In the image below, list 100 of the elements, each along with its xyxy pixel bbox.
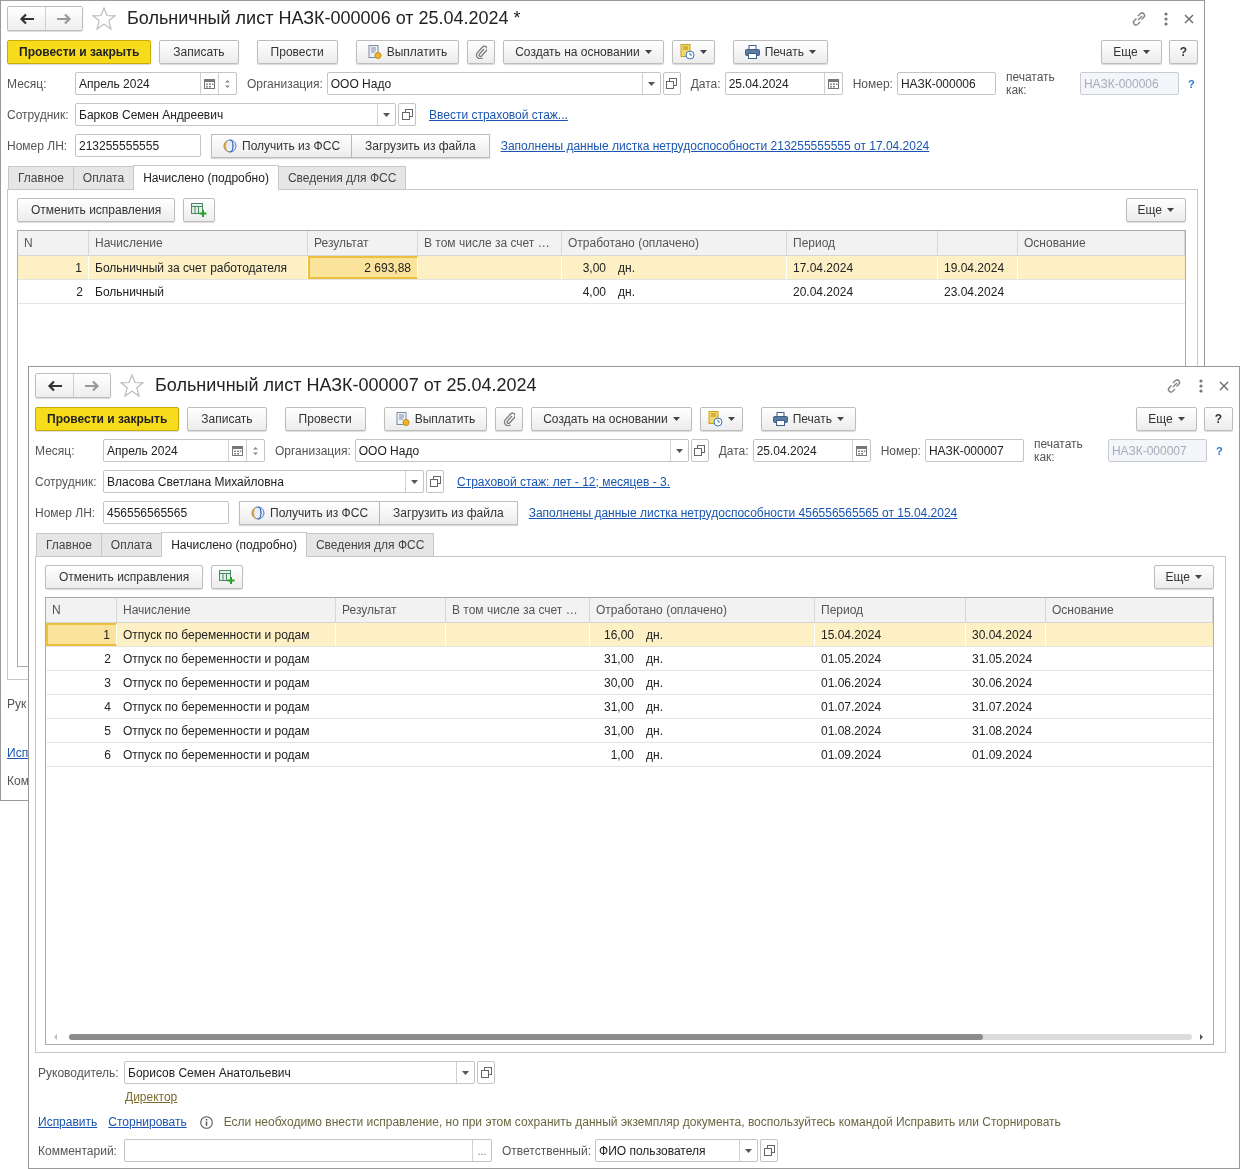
more-icon[interactable] bbox=[1199, 378, 1203, 393]
month-field[interactable]: Апрель 2024 bbox=[75, 72, 237, 95]
dropdown-icon[interactable] bbox=[383, 112, 390, 117]
menu-button[interactable]: Еще bbox=[1153, 565, 1214, 589]
dropdown-icon[interactable] bbox=[745, 1148, 753, 1153]
horizontal-scrollbar[interactable] bbox=[52, 1032, 1205, 1042]
action-link[interactable]: Исправить bbox=[38, 1115, 98, 1129]
open-button[interactable] bbox=[398, 103, 416, 126]
sick-note-number-field[interactable]: 456556565565 bbox=[103, 501, 229, 524]
add-column-button[interactable] bbox=[211, 565, 244, 589]
open-button[interactable] bbox=[760, 1139, 779, 1162]
toolbar-button[interactable]: Записать bbox=[159, 39, 239, 64]
close-icon[interactable] bbox=[1184, 13, 1194, 24]
calendar-icon[interactable] bbox=[232, 445, 243, 456]
organization-field[interactable]: ООО Надо bbox=[326, 72, 661, 95]
toolbar-button[interactable]: Провести bbox=[284, 406, 366, 431]
calendar-icon[interactable] bbox=[855, 445, 867, 456]
sick-note-number-field[interactable]: 213255555555 bbox=[75, 134, 201, 157]
tab[interactable]: Сведения для ФСС bbox=[305, 533, 435, 556]
toolbar-button[interactable]: Загрузить из файла bbox=[380, 500, 518, 525]
documents-menu-button[interactable] bbox=[699, 406, 743, 431]
table-row[interactable]: 5 Отпуск по беременности и родам 31,00 дн. 01.08.2024 31.08.2024 bbox=[46, 719, 1213, 743]
close-icon[interactable] bbox=[1219, 380, 1229, 391]
help-link[interactable]: ? bbox=[1187, 77, 1195, 90]
menu-button[interactable]: Еще bbox=[1125, 198, 1186, 222]
star-icon[interactable] bbox=[120, 374, 144, 397]
tab[interactable]: Главное bbox=[36, 533, 102, 556]
attach-button[interactable] bbox=[467, 39, 496, 64]
dropdown-icon[interactable] bbox=[647, 81, 655, 86]
tab[interactable]: Оплата bbox=[72, 166, 135, 189]
post-and-close-button[interactable]: Провести и закрыть bbox=[35, 406, 180, 431]
back-button[interactable] bbox=[8, 7, 45, 30]
open-button[interactable] bbox=[690, 439, 709, 462]
pay-button[interactable]: Выплатить bbox=[383, 406, 488, 431]
print-button[interactable]: Печать bbox=[760, 406, 856, 431]
menu-button[interactable]: Создать на основании bbox=[503, 39, 664, 64]
table-row[interactable]: 1 Отпуск по беременности и родам 16,00 дн. 15.04.2024 30.04.2024 bbox=[46, 623, 1213, 647]
number-field[interactable]: НАЗК-000007 bbox=[924, 439, 1024, 462]
action-link[interactable]: Сторнировать bbox=[108, 1115, 187, 1129]
dropdown-icon[interactable] bbox=[411, 479, 418, 484]
sick-note-data-link[interactable]: Заполнены данные листка нетрудоспособности 456556565565 от 15.04.2024 bbox=[528, 505, 958, 520]
help-button[interactable]: ? bbox=[1203, 406, 1233, 431]
menu-button[interactable]: Еще bbox=[1136, 406, 1197, 431]
fss-button[interactable]: Получить из ФСС bbox=[239, 500, 381, 525]
post-and-close-button[interactable]: Провести и закрыть bbox=[7, 39, 152, 64]
attach-button[interactable] bbox=[495, 406, 524, 431]
tab[interactable]: Начислено (подробно) bbox=[161, 532, 307, 557]
date-field[interactable]: 25.04.2024 bbox=[724, 72, 843, 95]
table-row[interactable]: 2 Больничный 4,00 дн. 20.04.2024 23.04.2024 bbox=[18, 280, 1185, 304]
toolbar-button[interactable]: Отменить исправления bbox=[45, 565, 204, 589]
calendar-icon[interactable] bbox=[204, 78, 215, 89]
toolbar-button[interactable]: Отменить исправления bbox=[17, 198, 176, 222]
spinner-icon[interactable] bbox=[252, 444, 259, 457]
fix-link[interactable]: Исп bbox=[7, 746, 29, 761]
spinner-icon[interactable] bbox=[224, 77, 231, 90]
comment-field[interactable]: ... bbox=[124, 1139, 492, 1162]
table-row[interactable]: 4 Отпуск по беременности и родам 31,00 дн. 01.07.2024 31.07.2024 bbox=[46, 695, 1213, 719]
toolbar-button[interactable]: Провести bbox=[256, 39, 338, 64]
dropdown-icon[interactable] bbox=[675, 448, 683, 453]
manager-field[interactable]: Борисов Семен Анатольевич bbox=[124, 1061, 475, 1084]
add-column-button[interactable] bbox=[183, 198, 216, 222]
sick-note-data-link[interactable]: Заполнены данные листка нетрудоспособности 213255555555 от 17.04.2024 bbox=[500, 138, 930, 153]
position-link[interactable]: Директор bbox=[125, 1090, 178, 1104]
calendar-icon[interactable] bbox=[827, 78, 839, 89]
star-icon[interactable] bbox=[92, 7, 116, 30]
link-icon[interactable] bbox=[1165, 376, 1183, 395]
select-button[interactable]: ... bbox=[472, 1140, 491, 1161]
help-button[interactable]: ? bbox=[1168, 39, 1198, 64]
number-field[interactable]: НАЗК-000006 bbox=[896, 72, 996, 95]
tab[interactable]: Начислено (подробно) bbox=[133, 165, 279, 190]
table-row[interactable]: 3 Отпуск по беременности и родам 30,00 дн. 01.06.2024 30.06.2024 bbox=[46, 671, 1213, 695]
table-row[interactable]: 6 Отпуск по беременности и родам 1,00 дн. 01.09.2024 01.09.2024 bbox=[46, 743, 1213, 767]
month-field[interactable]: Апрель 2024 bbox=[103, 439, 265, 462]
open-button[interactable] bbox=[662, 72, 681, 95]
toolbar-button[interactable]: Загрузить из файла bbox=[352, 133, 490, 158]
date-field[interactable]: 25.04.2024 bbox=[752, 439, 871, 462]
table-row[interactable]: 2 Отпуск по беременности и родам 31,00 дн. 01.05.2024 31.05.2024 bbox=[46, 647, 1213, 671]
print-button[interactable]: Печать bbox=[732, 39, 828, 64]
menu-button[interactable]: Создать на основании bbox=[531, 406, 692, 431]
employee-field[interactable]: Власова Светлана Михайловна bbox=[103, 470, 424, 493]
toolbar-button[interactable]: Записать bbox=[187, 406, 267, 431]
insurance-record-link[interactable]: Ввести страховой стаж... bbox=[429, 107, 568, 122]
link-icon[interactable] bbox=[1130, 9, 1148, 28]
organization-field[interactable]: ООО Надо bbox=[354, 439, 689, 462]
responsible-field[interactable]: ФИО пользователя bbox=[595, 1139, 759, 1162]
tab[interactable]: Оплата bbox=[100, 533, 163, 556]
tab[interactable]: Сведения для ФСС bbox=[277, 166, 407, 189]
tab[interactable]: Главное bbox=[8, 166, 74, 189]
open-button[interactable] bbox=[426, 470, 444, 493]
back-button[interactable] bbox=[36, 374, 73, 397]
more-icon[interactable] bbox=[1164, 11, 1168, 26]
dropdown-icon[interactable] bbox=[462, 1070, 469, 1075]
table-row[interactable]: 1 Больничный за счет работодателя 2 693,88 3,00 дн. 17.04.2024 19.04.2024 bbox=[18, 256, 1185, 280]
open-button[interactable] bbox=[477, 1061, 495, 1084]
insurance-record-link[interactable]: Страховой стаж: лет - 12; месяцев - 3. bbox=[457, 474, 671, 489]
documents-menu-button[interactable] bbox=[671, 39, 715, 64]
fss-button[interactable]: Получить из ФСС bbox=[211, 133, 353, 158]
help-link[interactable]: ? bbox=[1215, 444, 1223, 457]
employee-field[interactable]: Барков Семен Андреевич bbox=[75, 103, 396, 126]
menu-button[interactable]: Еще bbox=[1101, 39, 1162, 64]
